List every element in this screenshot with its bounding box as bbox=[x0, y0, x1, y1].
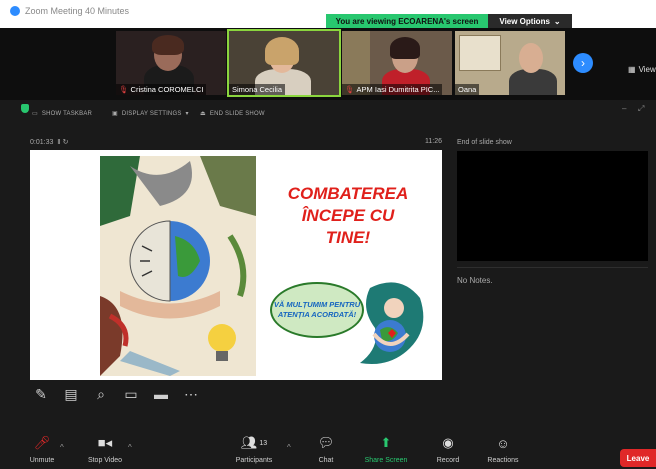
participant-tile[interactable]: 🎙 Cristina COROMELCI bbox=[116, 31, 226, 95]
clock: 11:26 bbox=[425, 138, 442, 145]
meeting-controls: 🎤︎ Unmute ^ ■◂ Stop Video ^ 👥︎ 13 Partici… bbox=[0, 433, 656, 469]
view-label: View bbox=[638, 65, 656, 74]
zoom-logo-icon bbox=[10, 6, 20, 16]
presenter-side-panel: End of slide show No Notes. bbox=[449, 130, 656, 435]
participants-button[interactable]: 👥︎ 13 Participants bbox=[224, 433, 284, 469]
next-slide-preview bbox=[457, 151, 648, 261]
earth-clock-drawing-icon bbox=[100, 156, 256, 376]
slide-show-toolbar: ▭ SHOW TASKBAR ▣ DISPLAY SETTINGS ▾ ⏏ END SL… bbox=[0, 100, 656, 130]
slide-artwork bbox=[100, 156, 256, 376]
share-screen-button[interactable]: ⬆ Share Screen bbox=[356, 433, 416, 469]
pen-icon[interactable]: ✎ bbox=[32, 385, 50, 403]
girl-hugging-earth-icon bbox=[360, 282, 424, 364]
participant-tile[interactable]: 🎙 APM Iasi Dumitrita PIC... bbox=[342, 31, 452, 95]
participants-icon: 👥︎ 13 bbox=[240, 435, 268, 450]
slides-grid-icon[interactable]: ▤ bbox=[62, 385, 80, 403]
slide-title: COMBATEREA ÎNCEPE CU TINE! bbox=[287, 184, 409, 247]
participant-tile-active[interactable]: Simona Cecilia bbox=[227, 29, 341, 97]
view-button[interactable]: ▦ View bbox=[628, 65, 656, 74]
grid-view-icon: ▦ bbox=[628, 65, 636, 74]
security-shield-icon bbox=[21, 104, 29, 113]
share-screen-icon: ⬆ bbox=[380, 435, 392, 450]
taskbar-icon: ▭ bbox=[32, 111, 38, 117]
muted-microphone-icon: 🎤︎ bbox=[33, 435, 51, 450]
speaker-notes: No Notes. bbox=[457, 267, 648, 417]
viewing-screen-banner: You are viewing ECOARENA's screen bbox=[326, 14, 488, 28]
reactions-button[interactable]: ☺ Reactions bbox=[473, 433, 533, 469]
view-options-label: View Options bbox=[499, 16, 550, 26]
next-page-button[interactable]: › bbox=[573, 53, 593, 73]
leave-button[interactable]: Leave bbox=[620, 449, 656, 467]
participant-name: Oana bbox=[455, 84, 480, 95]
muted-mic-icon: 🎙 bbox=[119, 85, 129, 94]
participant-name: 🎙 APM Iasi Dumitrita PIC... bbox=[342, 84, 443, 95]
record-icon: ◉ bbox=[442, 435, 454, 450]
record-button[interactable]: ◉ Record bbox=[418, 433, 478, 469]
participant-strip: 🎙 Cristina COROMELCI Simona Cecilia 🎙 APM … bbox=[0, 28, 656, 100]
video-camera-icon: ■◂ bbox=[97, 435, 113, 450]
chat-bubble-icon: 💬︎ bbox=[317, 435, 335, 450]
participant-name: Simona Cecilia bbox=[229, 84, 286, 95]
subtitles-icon[interactable]: ▬ bbox=[152, 385, 170, 403]
more-options-icon[interactable]: ⋯ bbox=[182, 385, 200, 403]
stop-video-button[interactable]: ■◂ Stop Video bbox=[75, 433, 135, 469]
reset-icon[interactable]: ↻ bbox=[63, 139, 69, 146]
monitor-icon: ▣ bbox=[112, 111, 118, 117]
emoji-reactions-icon: ☺ bbox=[496, 435, 510, 451]
end-slide-show-button[interactable]: ⏏ END SLIDE SHOW bbox=[200, 110, 265, 118]
end-show-icon: ⏏ bbox=[200, 111, 206, 117]
current-slide: COMBATEREA ÎNCEPE CU TINE! VĂ MULȚUMIM P… bbox=[30, 150, 442, 380]
chevron-up-icon[interactable]: ^ bbox=[287, 443, 291, 452]
participant-tile[interactable]: Oana bbox=[455, 31, 565, 95]
chevron-up-icon[interactable]: ^ bbox=[128, 443, 132, 452]
elapsed-timer: 0:01:33 Ⅱ ↻ bbox=[30, 139, 69, 146]
window-title: Zoom Meeting 40 Minutes bbox=[25, 6, 130, 16]
next-slide-label: End of slide show bbox=[457, 139, 512, 146]
presenter-tools: ✎ ▤ ⌕ ▭ ▬ ⋯ bbox=[32, 385, 200, 403]
chevron-down-icon: ⌄ bbox=[553, 16, 561, 26]
chat-button[interactable]: 💬︎ Chat bbox=[296, 433, 356, 469]
show-taskbar-button[interactable]: ▭ SHOW TASKBAR bbox=[32, 110, 92, 118]
pause-icon[interactable]: Ⅱ bbox=[57, 139, 60, 146]
presenter-view-icon[interactable]: ▭ bbox=[122, 385, 140, 403]
zoom-magnifier-icon[interactable]: ⌕ bbox=[92, 385, 110, 403]
chevron-up-icon[interactable]: ^ bbox=[60, 443, 64, 452]
muted-mic-icon: 🎙 bbox=[345, 85, 355, 94]
title-bar: Zoom Meeting 40 Minutes You are viewing … bbox=[0, 0, 656, 28]
maximize-icon[interactable]: ⤢ bbox=[638, 104, 644, 114]
participant-name: 🎙 Cristina COROMELCI bbox=[116, 84, 207, 95]
app-title: Zoom Meeting 40 Minutes bbox=[10, 6, 129, 16]
presenter-header: 0:01:33 Ⅱ ↻ 11:26 bbox=[30, 137, 442, 149]
display-settings-button[interactable]: ▣ DISPLAY SETTINGS ▾ bbox=[112, 110, 189, 118]
chevron-right-icon: › bbox=[581, 56, 585, 70]
participants-count: 13 bbox=[259, 439, 268, 447]
chevron-down-icon: ▾ bbox=[185, 111, 189, 117]
minimize-icon[interactable]: – bbox=[622, 104, 626, 113]
view-options-button[interactable]: View Options ⌄ bbox=[488, 14, 572, 28]
